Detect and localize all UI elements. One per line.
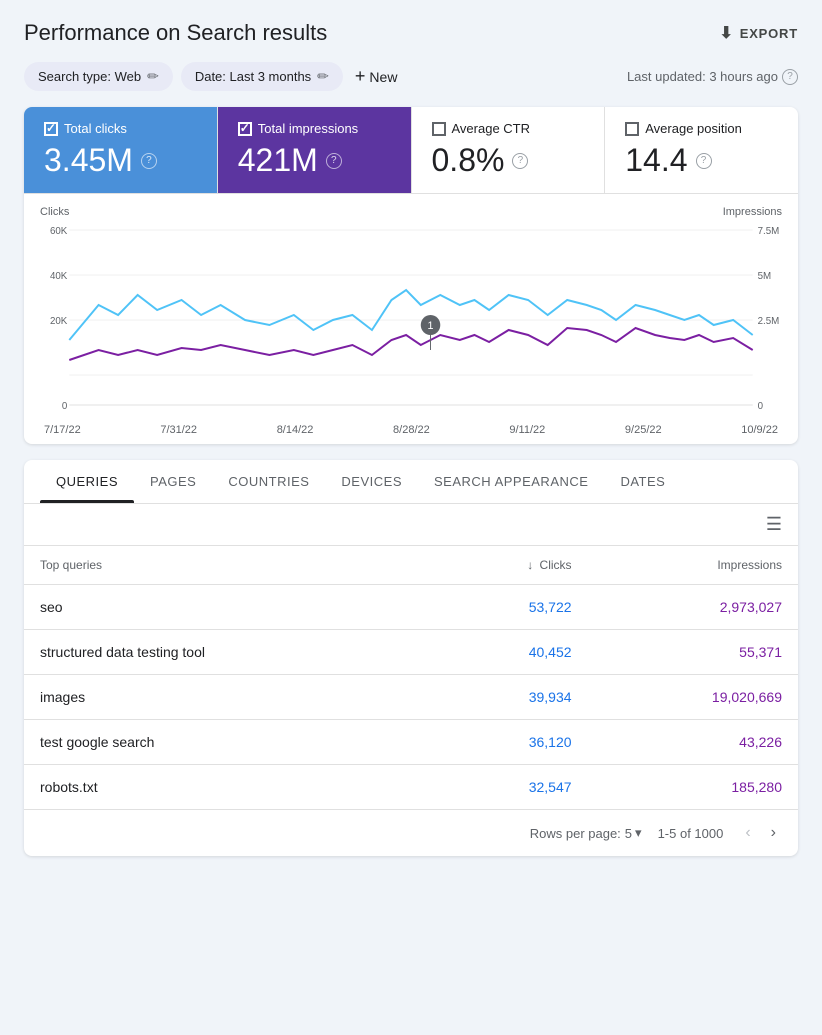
cell-clicks: 36,120 bbox=[430, 720, 587, 765]
svg-text:7.5M: 7.5M bbox=[758, 226, 780, 237]
page-nav: ‹ › bbox=[739, 822, 782, 844]
page-info: 1-5 of 1000 bbox=[658, 826, 724, 841]
download-icon: ⬇ bbox=[720, 23, 734, 43]
help-icon: ? bbox=[326, 153, 342, 169]
metric-average-ctr[interactable]: Average CTR 0.8% ? bbox=[412, 107, 606, 193]
help-icon: ? bbox=[696, 153, 712, 169]
cell-impressions: 55,371 bbox=[588, 630, 798, 675]
edit-icon: ✏ bbox=[147, 68, 159, 85]
export-button[interactable]: ⬇ EXPORT bbox=[720, 23, 798, 43]
tab-search-appearance[interactable]: SEARCH APPEARANCE bbox=[418, 460, 604, 503]
cell-query: structured data testing tool bbox=[24, 630, 430, 675]
cell-clicks: 39,934 bbox=[430, 675, 587, 720]
svg-text:1: 1 bbox=[428, 320, 434, 332]
help-icon: ? bbox=[141, 153, 157, 169]
metrics-card: Total clicks 3.45M ? Total impressions 4… bbox=[24, 107, 798, 444]
tab-devices[interactable]: DEVICES bbox=[325, 460, 418, 503]
plus-icon: + bbox=[355, 66, 366, 87]
cell-query: images bbox=[24, 675, 430, 720]
table-row: test google search 36,120 43,226 bbox=[24, 720, 798, 765]
cell-query: seo bbox=[24, 585, 430, 630]
svg-text:0: 0 bbox=[758, 401, 764, 412]
next-page-button[interactable]: › bbox=[765, 822, 782, 844]
table-row: robots.txt 32,547 185,280 bbox=[24, 765, 798, 810]
metric-total-clicks[interactable]: Total clicks 3.45M ? bbox=[24, 107, 218, 193]
chevron-down-icon: ▾ bbox=[635, 825, 642, 841]
cell-clicks: 32,547 bbox=[430, 765, 587, 810]
svg-text:5M: 5M bbox=[758, 271, 772, 282]
cell-clicks: 40,452 bbox=[430, 630, 587, 675]
chart-x-labels: 7/17/22 7/31/22 8/14/22 8/28/22 9/11/22 … bbox=[40, 424, 782, 436]
cell-impressions: 185,280 bbox=[588, 765, 798, 810]
position-checkbox[interactable] bbox=[625, 122, 639, 136]
chart-svg: 60K 40K 20K 0 7.5M 5M 2.5M 0 1 bbox=[40, 220, 782, 420]
ctr-checkbox[interactable] bbox=[432, 122, 446, 136]
tab-pages[interactable]: PAGES bbox=[134, 460, 212, 503]
svg-text:20K: 20K bbox=[50, 316, 68, 327]
col-header-impressions: Impressions bbox=[588, 546, 798, 585]
impressions-checkbox[interactable] bbox=[238, 122, 252, 136]
chart-wrapper: 60K 40K 20K 0 7.5M 5M 2.5M 0 1 bbox=[40, 220, 782, 420]
metric-total-impressions[interactable]: Total impressions 421M ? bbox=[218, 107, 412, 193]
new-button[interactable]: + New bbox=[355, 66, 398, 87]
last-updated: Last updated: 3 hours ago ? bbox=[627, 69, 798, 85]
svg-text:60K: 60K bbox=[50, 226, 68, 237]
chart-area: Clicks Impressions 60K 40K 20K 0 7.5M 5M… bbox=[24, 193, 798, 444]
page-title: Performance on Search results bbox=[24, 20, 327, 46]
table-row: structured data testing tool 40,452 55,3… bbox=[24, 630, 798, 675]
tab-dates[interactable]: DATES bbox=[604, 460, 681, 503]
pagination: Rows per page: 5 ▾ 1-5 of 1000 ‹ › bbox=[24, 809, 798, 856]
chart-left-label: Clicks bbox=[40, 206, 69, 218]
svg-text:40K: 40K bbox=[50, 271, 68, 282]
page-header: Performance on Search results ⬇ EXPORT bbox=[0, 0, 822, 62]
cell-clicks: 53,722 bbox=[430, 585, 587, 630]
help-icon: ? bbox=[512, 153, 528, 169]
chart-y-labels-top: Clicks Impressions bbox=[40, 206, 782, 218]
queries-table: Top queries ↓ Clicks Impressions seo 53,… bbox=[24, 546, 798, 809]
sort-arrow-icon: ↓ bbox=[527, 558, 533, 572]
col-header-query: Top queries bbox=[24, 546, 430, 585]
svg-text:0: 0 bbox=[62, 401, 68, 412]
tab-bar: QUERIES PAGES COUNTRIES DEVICES SEARCH A… bbox=[24, 460, 798, 504]
filter-icon[interactable]: ☰ bbox=[766, 514, 782, 535]
table-row: images 39,934 19,020,669 bbox=[24, 675, 798, 720]
tab-queries[interactable]: QUERIES bbox=[40, 460, 134, 503]
help-icon: ? bbox=[782, 69, 798, 85]
prev-page-button[interactable]: ‹ bbox=[739, 822, 756, 844]
svg-text:2.5M: 2.5M bbox=[758, 316, 780, 327]
metrics-row: Total clicks 3.45M ? Total impressions 4… bbox=[24, 107, 798, 193]
chart-right-label: Impressions bbox=[723, 206, 782, 218]
col-header-clicks[interactable]: ↓ Clicks bbox=[430, 546, 587, 585]
date-filter[interactable]: Date: Last 3 months ✏ bbox=[181, 62, 343, 91]
rows-per-page-select[interactable]: 5 ▾ bbox=[625, 825, 642, 841]
rows-per-page: Rows per page: 5 ▾ bbox=[530, 825, 642, 841]
filter-bar: Search type: Web ✏ Date: Last 3 months ✏… bbox=[0, 62, 822, 107]
table-row: seo 53,722 2,973,027 bbox=[24, 585, 798, 630]
clicks-checkbox[interactable] bbox=[44, 122, 58, 136]
search-type-filter[interactable]: Search type: Web ✏ bbox=[24, 62, 173, 91]
table-filter-row: ☰ bbox=[24, 504, 798, 546]
cell-impressions: 43,226 bbox=[588, 720, 798, 765]
cell-impressions: 2,973,027 bbox=[588, 585, 798, 630]
cell-query: test google search bbox=[24, 720, 430, 765]
tab-countries[interactable]: COUNTRIES bbox=[212, 460, 325, 503]
table-card: QUERIES PAGES COUNTRIES DEVICES SEARCH A… bbox=[24, 460, 798, 856]
edit-icon: ✏ bbox=[317, 68, 329, 85]
metric-average-position[interactable]: Average position 14.4 ? bbox=[605, 107, 798, 193]
cell-query: robots.txt bbox=[24, 765, 430, 810]
cell-impressions: 19,020,669 bbox=[588, 675, 798, 720]
